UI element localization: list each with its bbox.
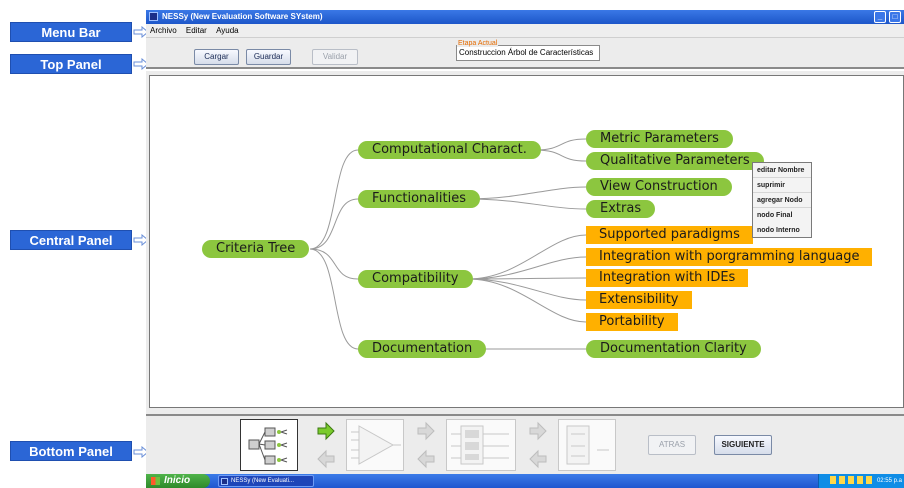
- ctx-editar-nombre[interactable]: editar Nombre: [753, 163, 811, 178]
- step-tree-icon[interactable]: [240, 419, 298, 471]
- tree-leaf-metric-parameters[interactable]: Metric Parameters: [586, 130, 733, 148]
- next-arrow-icon[interactable]: [528, 421, 548, 441]
- app-icon: [149, 12, 158, 21]
- guardar-button[interactable]: Guardar: [246, 49, 291, 65]
- prev-arrow-icon[interactable]: [316, 449, 336, 469]
- result-process-icon: [566, 425, 609, 465]
- tree-leaf-integration-language[interactable]: Integration with porgramming language: [586, 248, 873, 266]
- tree-leaf-portability[interactable]: Portability: [586, 313, 678, 331]
- context-menu: editar Nombre suprimir agregar Nodo nodo…: [752, 162, 812, 238]
- callout-top-panel: Top Panel: [10, 54, 132, 74]
- menu-bar: Archivo Editar Ayuda: [146, 24, 904, 37]
- etapa-actual-label: Etapa Actual: [457, 40, 499, 47]
- system-tray: 02:55 p.a: [818, 474, 904, 488]
- tray-icons: [830, 476, 873, 485]
- callout-menu-bar: Menu Bar: [10, 22, 132, 42]
- tree-leaf-view-construction[interactable]: View Construction: [586, 178, 732, 196]
- tree-node-functionalities[interactable]: Functionalities: [358, 190, 480, 208]
- os-taskbar: Inicio NESSy (New Evaluati... 02:55 p.a: [146, 474, 904, 488]
- callout-bottom-panel: Bottom Panel: [10, 441, 132, 461]
- ctx-suprimir[interactable]: suprimir: [753, 178, 811, 193]
- clock: 02:55 p.a: [876, 478, 902, 484]
- tree-leaf-extensibility[interactable]: Extensibility: [586, 291, 692, 309]
- prev-arrow-icon[interactable]: [416, 449, 436, 469]
- start-button[interactable]: Inicio: [146, 474, 210, 488]
- triangle-process-icon: [351, 425, 401, 465]
- next-arrow-icon[interactable]: [416, 421, 436, 441]
- tree-node-root[interactable]: Criteria Tree: [202, 240, 310, 258]
- callout-central-panel: Central Panel: [10, 230, 132, 250]
- tree-node-documentation[interactable]: Documentation: [358, 340, 487, 358]
- app-icon: [221, 478, 228, 485]
- start-label: Inicio: [164, 475, 191, 486]
- central-panel: Criteria Tree Computational Charact. Fun…: [146, 71, 904, 414]
- siguiente-button[interactable]: SIGUIENTE: [714, 435, 772, 455]
- etapa-actual-field: Construccion Árbol de Características: [456, 45, 600, 61]
- tree-diagram-icon: [248, 427, 288, 465]
- tree-leaf-documentation-clarity[interactable]: Documentation Clarity: [586, 340, 761, 358]
- tree-leaf-integration-ides[interactable]: Integration with IDEs: [586, 269, 749, 287]
- ctx-nodo-final[interactable]: nodo Final: [753, 208, 811, 223]
- bottom-panel: ATRAS SIGUIENTE: [146, 414, 904, 474]
- tree-leaf-qualitative-parameters[interactable]: Qualitative Parameters: [586, 152, 764, 170]
- next-arrow-icon[interactable]: [316, 421, 336, 441]
- tree-leaf-supported-paradigms[interactable]: Supported paradigms: [586, 226, 753, 244]
- tree-leaf-extras[interactable]: Extras: [586, 200, 656, 218]
- taskbar-item-nessy[interactable]: NESSy (New Evaluati...: [218, 475, 314, 487]
- menu-editar[interactable]: Editar: [186, 26, 207, 35]
- maximize-icon[interactable]: □: [889, 11, 901, 23]
- step-matrix-icon[interactable]: [446, 419, 516, 471]
- menu-archivo[interactable]: Archivo: [150, 26, 177, 35]
- menu-ayuda[interactable]: Ayuda: [216, 26, 239, 35]
- top-panel: Cargar Guardar Validar Construccion Árbo…: [146, 37, 904, 69]
- taskbar-item-label: NESSy (New Evaluati...: [231, 478, 295, 484]
- window-titlebar[interactable]: NESSy (New Evaluation Software SYstem) _…: [146, 10, 904, 24]
- tree-canvas[interactable]: Criteria Tree Computational Charact. Fun…: [149, 75, 904, 408]
- step-result-icon[interactable]: [558, 419, 616, 471]
- tree-node-computational[interactable]: Computational Charact.: [358, 141, 541, 159]
- matrix-process-icon: [451, 425, 509, 465]
- validar-button[interactable]: Validar: [312, 49, 358, 65]
- minimize-icon[interactable]: _: [874, 11, 886, 23]
- ctx-nodo-interno[interactable]: nodo Interno: [753, 223, 811, 238]
- tree-node-compatibility[interactable]: Compatibility: [358, 270, 473, 288]
- window-title: NESSy (New Evaluation Software SYstem): [162, 12, 323, 21]
- cargar-button[interactable]: Cargar: [194, 49, 239, 65]
- windows-logo-icon: [151, 477, 160, 485]
- ctx-agregar-nodo[interactable]: agregar Nodo: [753, 193, 811, 208]
- step-evaluation-icon[interactable]: [346, 419, 404, 471]
- prev-arrow-icon[interactable]: [528, 449, 548, 469]
- atras-button[interactable]: ATRAS: [648, 435, 696, 455]
